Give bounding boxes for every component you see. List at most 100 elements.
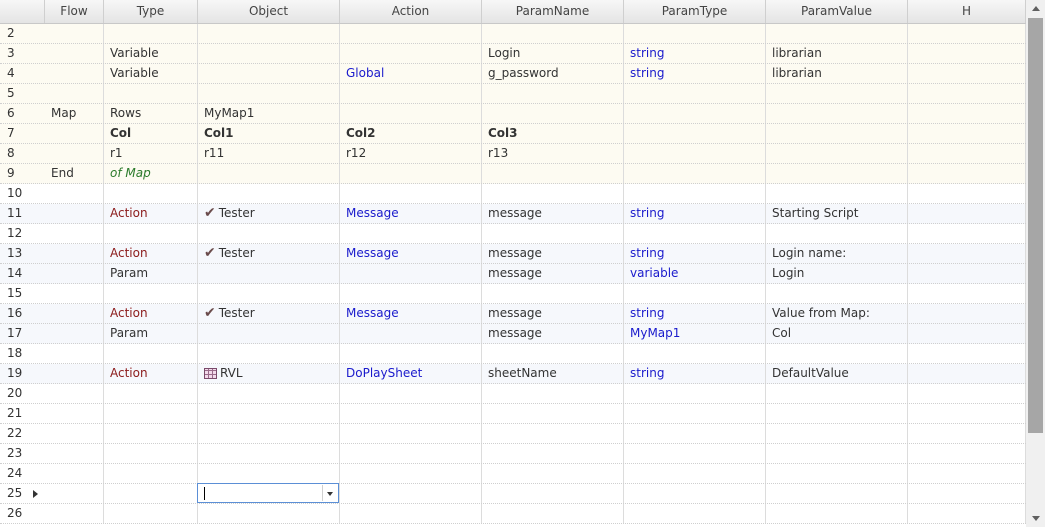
cell-type[interactable]: r1 — [104, 144, 198, 163]
row-number[interactable]: 11 — [0, 204, 30, 223]
cell-action[interactable] — [340, 404, 482, 423]
table-row[interactable]: 18 — [0, 344, 1026, 364]
cell-paramtype[interactable] — [624, 124, 766, 143]
cell-action[interactable] — [340, 104, 482, 123]
column-header-h[interactable]: H — [908, 0, 1026, 23]
cell-type[interactable]: Variable — [104, 64, 198, 83]
cell-flow[interactable]: End — [45, 164, 104, 183]
scroll-down-icon[interactable] — [1026, 510, 1045, 527]
row-number[interactable]: 8 — [0, 144, 30, 163]
cell-paramtype[interactable] — [624, 464, 766, 483]
row-number[interactable]: 15 — [0, 284, 30, 303]
cell-object[interactable] — [198, 164, 340, 183]
cell-h[interactable] — [908, 144, 1026, 163]
cell-paramtype[interactable] — [624, 284, 766, 303]
cell-paramname[interactable] — [482, 104, 624, 123]
row-number[interactable]: 25 — [0, 484, 30, 503]
cell-h[interactable] — [908, 284, 1026, 303]
row-number[interactable]: 26 — [0, 504, 30, 523]
row-number[interactable]: 2 — [0, 24, 30, 43]
cell-paramvalue[interactable]: Login name: — [766, 244, 908, 263]
cell-paramvalue[interactable] — [766, 84, 908, 103]
table-row[interactable]: 10 — [0, 184, 1026, 204]
cell-h[interactable] — [908, 164, 1026, 183]
cell-flow[interactable] — [45, 504, 104, 523]
cell-type[interactable]: Action — [104, 304, 198, 323]
cell-flow[interactable] — [45, 244, 104, 263]
row-number[interactable]: 20 — [0, 384, 30, 403]
cell-h[interactable] — [908, 384, 1026, 403]
cell-type[interactable] — [104, 384, 198, 403]
cell-object[interactable]: Col1 — [198, 124, 340, 143]
cell-paramtype[interactable] — [624, 484, 766, 503]
cell-action[interactable]: r12 — [340, 144, 482, 163]
cell-paramvalue[interactable] — [766, 124, 908, 143]
cell-h[interactable] — [908, 404, 1026, 423]
cell-object[interactable] — [198, 404, 340, 423]
cell-h[interactable] — [908, 184, 1026, 203]
cell-object[interactable] — [198, 344, 340, 363]
cell-paramname[interactable]: Login — [482, 44, 624, 63]
table-row[interactable]: 11 Action ✔ Tester Message message string Start… — [0, 204, 1026, 224]
cell-h[interactable] — [908, 124, 1026, 143]
table-row[interactable]: 12 — [0, 224, 1026, 244]
cell-h[interactable] — [908, 204, 1026, 223]
cell-type[interactable] — [104, 444, 198, 463]
cell-flow[interactable] — [45, 384, 104, 403]
column-header-object[interactable]: Object — [198, 0, 340, 23]
cell-action[interactable] — [340, 464, 482, 483]
table-row[interactable]: 16 Action ✔ Tester Message message string Value… — [0, 304, 1026, 324]
cell-object[interactable] — [198, 444, 340, 463]
cell-action[interactable]: Col2 — [340, 124, 482, 143]
cell-paramtype[interactable] — [624, 344, 766, 363]
cell-object[interactable] — [198, 264, 340, 283]
row-number[interactable]: 6 — [0, 104, 30, 123]
cell-h[interactable] — [908, 364, 1026, 383]
cell-paramname[interactable]: g_password — [482, 64, 624, 83]
cell-paramname[interactable] — [482, 384, 624, 403]
cell-type[interactable] — [104, 84, 198, 103]
cell-paramtype[interactable] — [624, 184, 766, 203]
cell-action[interactable] — [340, 284, 482, 303]
row-number[interactable]: 12 — [0, 224, 30, 243]
cell-paramvalue[interactable] — [766, 504, 908, 523]
cell-h[interactable] — [908, 344, 1026, 363]
row-number[interactable]: 7 — [0, 124, 30, 143]
cell-paramvalue[interactable]: Value from Map: — [766, 304, 908, 323]
cell-paramtype[interactable]: MyMap1 — [624, 324, 766, 343]
cell-flow[interactable]: Map — [45, 104, 104, 123]
cell-paramname[interactable]: sheetName — [482, 364, 624, 383]
row-number[interactable]: 5 — [0, 84, 30, 103]
table-row[interactable]: 5 — [0, 84, 1026, 104]
cell-type[interactable]: Action — [104, 364, 198, 383]
cell-object[interactable]: MyMap1 — [198, 104, 340, 123]
cell-paramvalue[interactable] — [766, 104, 908, 123]
cell-action[interactable] — [340, 24, 482, 43]
table-row[interactable]: 19 Action RVL DoPlaySheet sheetName string Def… — [0, 364, 1026, 384]
cell-paramname[interactable] — [482, 504, 624, 523]
table-row[interactable]: 20 — [0, 384, 1026, 404]
cell-action[interactable] — [340, 324, 482, 343]
column-header-paramvalue[interactable]: ParamValue — [766, 0, 908, 23]
cell-flow[interactable] — [45, 464, 104, 483]
row-number[interactable]: 18 — [0, 344, 30, 363]
table-row[interactable]: 17 Param message MyMap1 Col — [0, 324, 1026, 344]
cell-paramname[interactable] — [482, 84, 624, 103]
cell-h[interactable] — [908, 444, 1026, 463]
column-header-paramname[interactable]: ParamName — [482, 0, 624, 23]
cell-paramvalue[interactable]: Login — [766, 264, 908, 283]
cell-paramvalue[interactable] — [766, 404, 908, 423]
column-header-paramtype[interactable]: ParamType — [624, 0, 766, 23]
cell-object[interactable] — [198, 384, 340, 403]
cell-flow[interactable] — [45, 444, 104, 463]
table-row[interactable]: 13 Action ✔ Tester Message message string Login… — [0, 244, 1026, 264]
cell-paramtype[interactable]: string — [624, 64, 766, 83]
cell-type[interactable] — [104, 284, 198, 303]
cell-h[interactable] — [908, 84, 1026, 103]
cell-flow[interactable] — [45, 324, 104, 343]
table-row[interactable]: 4 Variable Global g_password string librarian — [0, 64, 1026, 84]
cell-paramvalue[interactable]: librarian — [766, 64, 908, 83]
cell-paramtype[interactable] — [624, 24, 766, 43]
table-row[interactable]: 2 — [0, 24, 1026, 44]
cell-flow[interactable] — [45, 184, 104, 203]
